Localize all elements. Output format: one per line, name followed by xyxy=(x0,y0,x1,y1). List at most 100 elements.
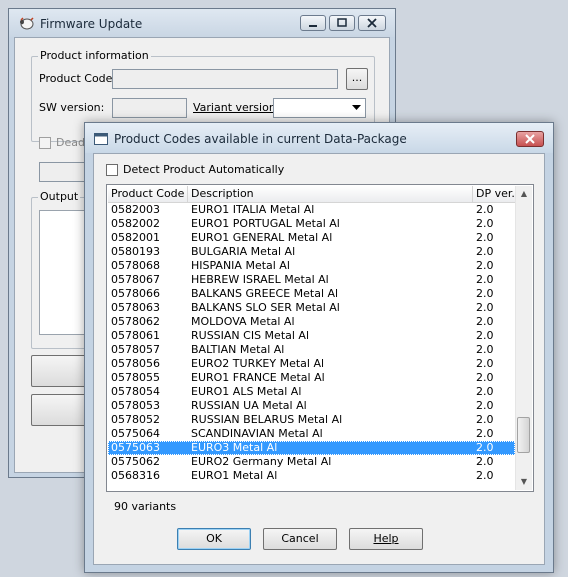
table-row[interactable]: 0568316 EURO1 Metal Al 2.0 xyxy=(108,469,515,483)
window-icon xyxy=(94,132,108,146)
table-row[interactable]: 0578056 EURO2 TURKEY Metal Al 2.0 xyxy=(108,357,515,371)
list-scrollbar[interactable]: ▲ ▼ xyxy=(515,186,532,490)
column-header-dp-ver[interactable]: DP ver. xyxy=(473,186,518,202)
table-row[interactable]: 0578067 HEBREW ISRAEL Metal Al 2.0 xyxy=(108,273,515,287)
table-row[interactable]: 0580193 BULGARIA Metal Al 2.0 xyxy=(108,245,515,259)
column-header-product-code-label: Product Code xyxy=(111,187,185,200)
table-row[interactable]: 0582003 EURO1 ITALIA Metal Al 2.0 xyxy=(108,203,515,217)
table-row[interactable]: 0578061 RUSSIAN CIS Metal Al 2.0 xyxy=(108,329,515,343)
table-row[interactable]: 0575064 SCANDINAVIAN Metal Al 2.0 xyxy=(108,427,515,441)
sw-version-field[interactable] xyxy=(112,98,187,118)
cell-product-code: 0578062 xyxy=(111,315,160,328)
table-row[interactable]: 0578063 BALKANS SLO SER Metal Al 2.0 xyxy=(108,301,515,315)
cell-dp-ver: 2.0 xyxy=(476,217,494,230)
detect-product-checkbox[interactable] xyxy=(106,164,118,176)
firmware-update-titlebar: Firmware Update xyxy=(9,9,395,37)
dead-checkbox-label: Dead xyxy=(56,136,85,149)
product-code-label: Product Code: xyxy=(39,72,117,85)
detect-product-label: Detect Product Automatically xyxy=(123,163,284,176)
cell-product-code: 0582002 xyxy=(111,217,160,230)
variant-version-label-text: Variant version: xyxy=(193,101,280,114)
ok-button[interactable]: OK xyxy=(177,528,251,550)
minimize-button[interactable] xyxy=(300,15,326,31)
action-button-1[interactable] xyxy=(31,355,91,387)
cell-dp-ver: 2.0 xyxy=(476,357,494,370)
cell-description: EURO2 Germany Metal Al xyxy=(191,455,332,468)
dead-checkbox[interactable] xyxy=(39,137,51,149)
cell-product-code: 0578057 xyxy=(111,343,160,356)
browse-button-label: ... xyxy=(351,71,363,84)
cell-dp-ver: 2.0 xyxy=(476,385,494,398)
cell-product-code: 0578056 xyxy=(111,357,160,370)
action-button-2[interactable] xyxy=(31,394,91,426)
table-row[interactable]: 0575063 EURO3 Metal Al 2.0 xyxy=(108,441,515,455)
cell-description: EURO3 Metal Al xyxy=(191,441,278,454)
cell-dp-ver: 2.0 xyxy=(476,469,494,482)
cell-description: BALTIAN Metal Al xyxy=(191,343,285,356)
product-codes-titlebar: Product Codes available in current Data-… xyxy=(85,123,553,153)
variant-version-label: Variant version: xyxy=(193,101,280,114)
cell-product-code: 0575063 xyxy=(111,441,160,454)
column-header-dp-ver-label: DP ver. xyxy=(476,187,515,200)
cancel-button-label: Cancel xyxy=(281,532,319,545)
cell-product-code: 0578053 xyxy=(111,399,160,412)
browse-button[interactable]: ... xyxy=(346,68,368,90)
cell-description: EURO1 Metal Al xyxy=(191,469,278,482)
cell-description: SCANDINAVIAN Metal Al xyxy=(191,427,323,440)
cell-description: EURO1 GENERAL Metal Al xyxy=(191,231,333,244)
table-row[interactable]: 0578068 HISPANIA Metal Al 2.0 xyxy=(108,259,515,273)
cell-description: MOLDOVA Metal Al xyxy=(191,315,295,328)
table-row[interactable]: 0578057 BALTIAN Metal Al 2.0 xyxy=(108,343,515,357)
column-header-product-code[interactable]: Product Code xyxy=(108,186,188,202)
variant-count: 90 variants xyxy=(114,500,177,513)
product-codes-dialog: Product Codes available in current Data-… xyxy=(84,122,554,573)
cell-dp-ver: 2.0 xyxy=(476,343,494,356)
cell-dp-ver: 2.0 xyxy=(476,399,494,412)
cell-description: EURO2 TURKEY Metal Al xyxy=(191,357,325,370)
product-codes-list[interactable]: Product Code Description DP ver. 0582003… xyxy=(106,184,534,492)
table-row[interactable]: 0575062 EURO2 Germany Metal Al 2.0 xyxy=(108,455,515,469)
help-button[interactable]: Help xyxy=(349,528,423,550)
cell-dp-ver: 2.0 xyxy=(476,441,494,454)
ok-button-label: OK xyxy=(206,532,222,545)
scroll-up-arrow[interactable]: ▲ xyxy=(516,186,532,202)
minimize-icon xyxy=(301,16,325,30)
table-row[interactable]: 0578055 EURO1 FRANCE Metal Al 2.0 xyxy=(108,371,515,385)
dialog-close-button[interactable] xyxy=(516,131,544,147)
cell-description: HISPANIA Metal Al xyxy=(191,259,290,272)
cell-description: BULGARIA Metal Al xyxy=(191,245,296,258)
firmware-update-title: Firmware Update xyxy=(40,17,143,31)
table-row[interactable]: 0578062 MOLDOVA Metal Al 2.0 xyxy=(108,315,515,329)
cell-description: RUSSIAN UA Metal Al xyxy=(191,399,307,412)
table-row[interactable]: 0582002 EURO1 PORTUGAL Metal Al 2.0 xyxy=(108,217,515,231)
cell-product-code: 0578054 xyxy=(111,385,160,398)
table-row[interactable]: 0578066 BALKANS GREECE Metal Al 2.0 xyxy=(108,287,515,301)
column-header-description[interactable]: Description xyxy=(188,186,473,202)
table-row[interactable]: 0578053 RUSSIAN UA Metal Al 2.0 xyxy=(108,399,515,413)
maximize-icon xyxy=(330,16,354,30)
close-button[interactable] xyxy=(358,15,386,31)
cell-product-code: 0575064 xyxy=(111,427,160,440)
list-header: Product Code Description DP ver. xyxy=(108,186,515,203)
cell-dp-ver: 2.0 xyxy=(476,413,494,426)
detect-product-label-text: Detect Product Automatically xyxy=(123,163,285,176)
table-row[interactable]: 0582001 EURO1 GENERAL Metal Al 2.0 xyxy=(108,231,515,245)
cell-product-code: 0568316 xyxy=(111,469,160,482)
cell-dp-ver: 2.0 xyxy=(476,273,494,286)
cell-dp-ver: 2.0 xyxy=(476,301,494,314)
cell-dp-ver: 2.0 xyxy=(476,315,494,328)
table-row[interactable]: 0578052 RUSSIAN BELARUS Metal Al 2.0 xyxy=(108,413,515,427)
close-icon xyxy=(517,132,543,146)
cancel-button[interactable]: Cancel xyxy=(263,528,337,550)
variant-version-select[interactable] xyxy=(273,98,366,118)
maximize-button[interactable] xyxy=(329,15,355,31)
scroll-thumb[interactable] xyxy=(517,417,530,453)
chevron-down-icon xyxy=(348,99,365,117)
cell-description: RUSSIAN BELARUS Metal Al xyxy=(191,413,343,426)
cell-description: EURO1 FRANCE Metal Al xyxy=(191,371,325,384)
product-code-field[interactable] xyxy=(112,69,338,89)
cell-product-code: 0578061 xyxy=(111,329,160,342)
scroll-down-arrow[interactable]: ▼ xyxy=(516,474,532,490)
cell-dp-ver: 2.0 xyxy=(476,259,494,272)
table-row[interactable]: 0578054 EURO1 ALS Metal Al 2.0 xyxy=(108,385,515,399)
